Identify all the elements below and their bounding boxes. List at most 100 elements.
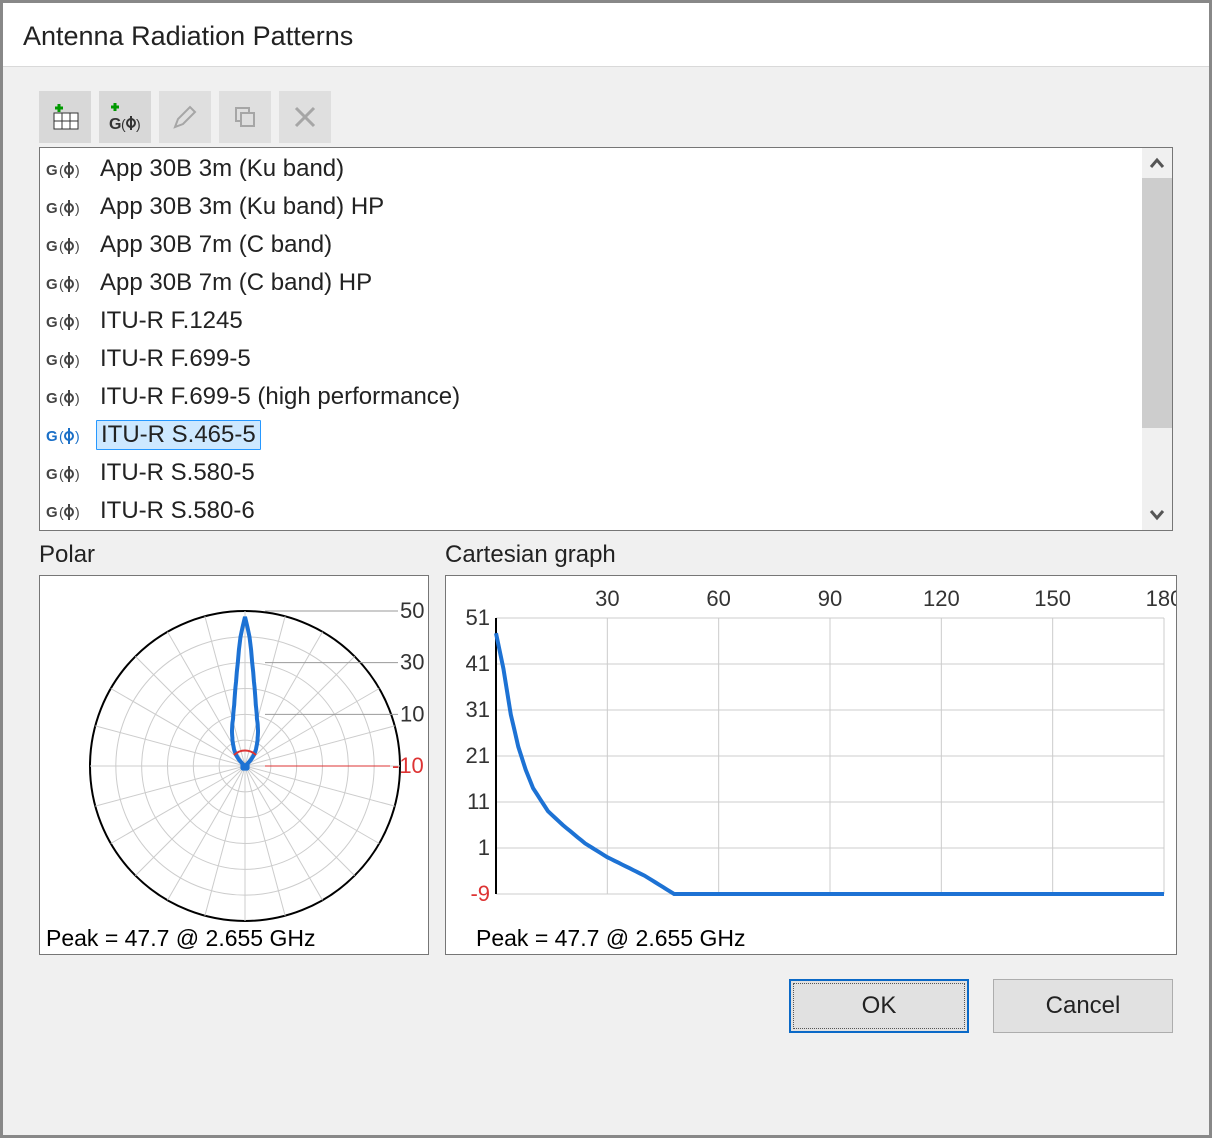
list-item-label: ITU-R F.699-5 (high performance) — [96, 383, 464, 411]
toolbar: G ( ) — [39, 91, 1173, 143]
g-phi-icon: G() — [46, 386, 86, 408]
list-item[interactable]: G() App 30B 7m (C band) — [40, 226, 1142, 264]
svg-text:): ) — [75, 428, 80, 444]
svg-text:1: 1 — [478, 835, 490, 860]
graphs-row: Polar 503010-10Peak = 47.7 @ 2.655 GHz C… — [39, 541, 1173, 955]
list-item-label: ITU-R S.465-5 — [96, 420, 261, 450]
svg-text:(: ( — [59, 162, 64, 178]
delete-button[interactable] — [279, 91, 331, 143]
add-formula-button[interactable]: G ( ) — [99, 91, 151, 143]
list-item-label: App 30B 3m (Ku band) HP — [96, 193, 388, 221]
g-phi-icon: G() — [46, 234, 86, 256]
svg-text:(: ( — [121, 116, 126, 132]
polar-label: Polar — [39, 541, 429, 569]
list-item[interactable]: G() App 30B 3m (Ku band) HP — [40, 188, 1142, 226]
g-phi-icon: G() — [46, 348, 86, 370]
list-item[interactable]: G() ITU-R S.465-5 — [40, 416, 1142, 454]
svg-text:): ) — [75, 390, 80, 406]
svg-text:G: G — [46, 352, 58, 369]
list-item-label: ITU-R S.580-5 — [96, 459, 259, 487]
svg-text:): ) — [75, 352, 80, 368]
svg-text:180: 180 — [1146, 586, 1176, 611]
ok-label: OK — [862, 992, 897, 1020]
cartesian-group: Cartesian graph 306090120150180-91112131… — [445, 541, 1177, 955]
g-phi-plus-icon: G ( ) — [105, 99, 145, 135]
dialog-body: G ( ) — [3, 67, 1209, 1135]
polar-plot: 503010-10Peak = 47.7 @ 2.655 GHz — [39, 575, 429, 955]
svg-text:): ) — [75, 504, 80, 520]
svg-text:(: ( — [59, 200, 64, 216]
svg-text:): ) — [75, 200, 80, 216]
svg-text:G: G — [46, 200, 58, 217]
svg-text:30: 30 — [400, 650, 424, 675]
copy-icon — [230, 102, 260, 132]
svg-text:50: 50 — [400, 598, 424, 623]
svg-text:G: G — [46, 428, 58, 445]
svg-text:90: 90 — [818, 586, 842, 611]
scrollbar[interactable] — [1142, 148, 1172, 530]
scroll-down-button[interactable] — [1142, 500, 1172, 530]
svg-text:): ) — [75, 238, 80, 254]
svg-text:): ) — [75, 276, 80, 292]
svg-text:G: G — [109, 116, 121, 133]
list-item[interactable]: G() ITU-R S.580-5 — [40, 454, 1142, 492]
g-phi-icon: G() — [46, 196, 86, 218]
svg-text:31: 31 — [466, 697, 490, 722]
close-icon — [292, 104, 318, 130]
svg-text:51: 51 — [466, 605, 490, 630]
chevron-up-icon — [1149, 157, 1165, 169]
cartesian-plot: 306090120150180-911121314151Peak = 47.7 … — [445, 575, 1177, 955]
svg-text:21: 21 — [466, 743, 490, 768]
list-item[interactable]: G()App 30B 7m (C band) HP — [40, 264, 1142, 302]
edit-button[interactable] — [159, 91, 211, 143]
svg-text:(: ( — [59, 238, 64, 254]
cartesian-label: Cartesian graph — [445, 541, 1177, 569]
list-item-label: App 30B 7m (C band) — [96, 231, 336, 259]
svg-text:G: G — [46, 238, 58, 255]
polar-group: Polar 503010-10Peak = 47.7 @ 2.655 GHz — [39, 541, 429, 955]
svg-text:30: 30 — [595, 586, 619, 611]
list-item[interactable]: G() ITU-R F.699-5 — [40, 340, 1142, 378]
list-item[interactable]: G() ITU-R F.699-5 (high performance) — [40, 378, 1142, 416]
svg-text:11: 11 — [467, 789, 490, 814]
list-item[interactable]: G() App 30B 3m (Ku band) — [40, 150, 1142, 188]
scroll-up-button[interactable] — [1142, 148, 1172, 178]
list-item-label: App 30B 3m (Ku band) — [96, 155, 348, 183]
add-table-button[interactable] — [39, 91, 91, 143]
svg-text:G: G — [46, 314, 58, 331]
svg-text:(: ( — [59, 390, 64, 406]
svg-text:Peak = 47.7 @ 2.655 GHz: Peak = 47.7 @ 2.655 GHz — [46, 925, 315, 951]
svg-text:(: ( — [59, 428, 64, 444]
svg-text:): ) — [75, 162, 80, 178]
pattern-list[interactable]: G()App 30B 3m (Ku band)G()App 30B 3m (Ku… — [39, 147, 1173, 531]
list-item[interactable]: G() ITU-R S.580-6 — [40, 492, 1142, 530]
svg-text:(: ( — [59, 352, 64, 368]
copy-button[interactable] — [219, 91, 271, 143]
pencil-icon — [170, 102, 200, 132]
svg-text:G: G — [46, 276, 58, 293]
dialog-title-text: Antenna Radiation Patterns — [23, 21, 353, 51]
dialog-title: Antenna Radiation Patterns — [3, 3, 1209, 67]
cancel-button[interactable]: Cancel — [993, 979, 1173, 1033]
svg-text:): ) — [75, 314, 80, 330]
ok-button[interactable]: OK — [789, 979, 969, 1033]
scroll-thumb[interactable] — [1142, 178, 1172, 428]
scroll-track[interactable] — [1142, 428, 1172, 500]
svg-text:(: ( — [59, 314, 64, 330]
g-phi-icon: G() — [46, 158, 86, 180]
list-item[interactable]: G()ITU-R F.1245 — [40, 302, 1142, 340]
g-phi-icon: G() — [46, 310, 86, 332]
svg-text:G: G — [46, 504, 58, 521]
svg-text:G: G — [46, 162, 58, 179]
g-phi-icon: G() — [46, 462, 86, 484]
svg-text:150: 150 — [1034, 586, 1071, 611]
svg-text:41: 41 — [466, 651, 490, 676]
list-item-label: ITU-R S.580-6 — [96, 497, 259, 525]
g-phi-icon: G() — [46, 272, 86, 294]
svg-text:): ) — [75, 466, 80, 482]
list-item-label: ITU-R F.699-5 — [96, 345, 255, 373]
svg-text:(: ( — [59, 276, 64, 292]
g-phi-icon: G() — [46, 500, 86, 522]
chevron-down-icon — [1149, 509, 1165, 521]
dialog-button-row: OK Cancel — [39, 979, 1173, 1033]
